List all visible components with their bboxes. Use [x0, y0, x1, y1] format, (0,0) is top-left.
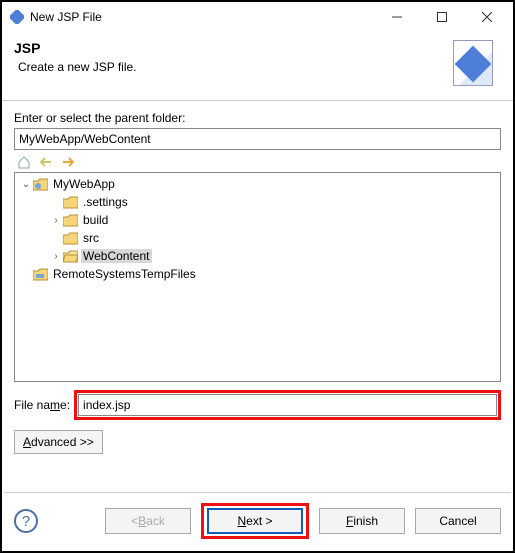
- banner-subtitle: Create a new JSP file.: [14, 60, 453, 74]
- filename-label: File name:: [14, 398, 70, 412]
- tree-label: build: [81, 213, 110, 227]
- maximize-button[interactable]: [419, 3, 464, 31]
- tree-item-src[interactable]: src: [15, 229, 500, 247]
- banner-title: JSP: [14, 40, 453, 56]
- finish-button[interactable]: Finish: [319, 508, 405, 534]
- wizard-footer: ? < Back Next > Finish Cancel: [4, 492, 511, 549]
- tree-item-build[interactable]: › build: [15, 211, 500, 229]
- cancel-button[interactable]: Cancel: [415, 508, 501, 534]
- expander-icon[interactable]: ›: [49, 251, 63, 262]
- home-icon[interactable]: [16, 154, 32, 170]
- tree-item-webcontent[interactable]: › WebContent: [15, 247, 500, 265]
- tree-label: RemoteSystemsTempFiles: [51, 267, 198, 281]
- parent-folder-input[interactable]: [14, 128, 501, 150]
- forward-arrow-icon[interactable]: [60, 154, 76, 170]
- tree-label: .settings: [81, 195, 130, 209]
- back-button: < Back: [105, 508, 191, 534]
- banner-icon: [453, 40, 501, 88]
- tree-toolbar: [14, 150, 501, 172]
- folder-open-icon: [63, 250, 78, 263]
- advanced-button[interactable]: AAdvanced >>dvanced >>: [14, 430, 103, 454]
- next-button[interactable]: Next >: [207, 508, 303, 534]
- filename-highlight: [74, 390, 501, 420]
- close-button[interactable]: [464, 3, 509, 31]
- folder-icon: [63, 196, 78, 209]
- parent-folder-label: Enter or select the parent folder:: [14, 111, 501, 125]
- tree-item-remotesystems[interactable]: RemoteSystemsTempFiles: [15, 265, 500, 283]
- wizard-banner: JSP Create a new JSP file.: [2, 32, 513, 101]
- app-icon: [10, 10, 24, 24]
- project-icon: [33, 178, 48, 191]
- back-arrow-icon[interactable]: [38, 154, 54, 170]
- tree-label: src: [81, 231, 101, 245]
- minimize-button[interactable]: [374, 3, 419, 31]
- help-icon[interactable]: ?: [14, 509, 38, 533]
- tree-label: MyWebApp: [51, 177, 117, 191]
- expander-icon[interactable]: ›: [49, 215, 63, 226]
- project-icon: [33, 268, 48, 281]
- tree-item-settings[interactable]: .settings: [15, 193, 500, 211]
- tree-label: WebContent: [81, 249, 152, 263]
- folder-tree[interactable]: ⌄ MyWebApp .settings › build src › WebCo…: [14, 172, 501, 382]
- tree-item-mywebapp[interactable]: ⌄ MyWebApp: [15, 175, 500, 193]
- folder-icon: [63, 214, 78, 227]
- next-highlight: Next >: [201, 503, 309, 539]
- folder-icon: [63, 232, 78, 245]
- window-title: New JSP File: [24, 10, 374, 24]
- title-bar: New JSP File: [2, 2, 513, 32]
- filename-input[interactable]: [78, 394, 497, 416]
- expander-icon[interactable]: ⌄: [19, 179, 33, 190]
